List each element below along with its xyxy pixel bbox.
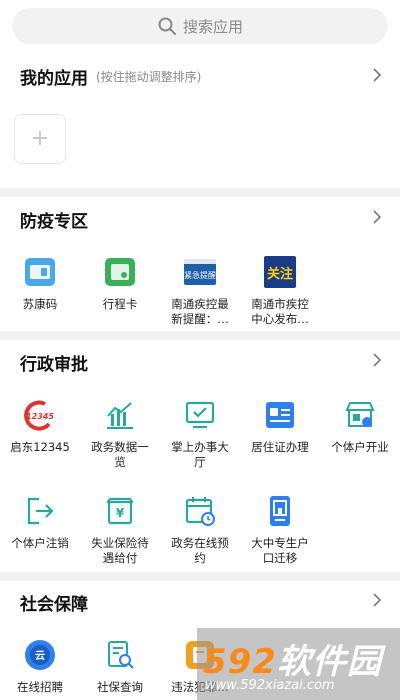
search-bar[interactable]: 搜索应用 <box>12 8 388 44</box>
watermark-url: www.592xiazai.com <box>205 678 335 693</box>
section-divider <box>0 572 400 581</box>
app-label: 行程卡 <box>102 297 138 311</box>
app-label: 南通市疾控 中心发布… <box>251 297 309 326</box>
search-icon <box>158 17 176 35</box>
app-label: 政务在线预 约 <box>171 536 229 565</box>
calendar-clock-icon <box>185 497 215 526</box>
urgent-notice-icon: 紧急提醒 <box>184 259 216 285</box>
app-social-security-query[interactable]: 社保查询 <box>80 638 160 695</box>
add-app-button[interactable]: + <box>14 114 66 164</box>
app-label: 苏康码 <box>22 297 58 311</box>
watermark-logo: 592软件园 <box>203 642 382 682</box>
logout-icon <box>27 497 54 525</box>
urgent-notice-text: 紧急提醒 <box>184 270 216 280</box>
app-label: 个体户开业 <box>331 440 389 454</box>
bar-chart-icon <box>107 402 133 429</box>
app-label: 掌上办事大 厅 <box>171 440 229 469</box>
cloud-text: 云 <box>35 650 45 662</box>
attention-text: 关注 <box>267 266 293 282</box>
my-apps-title: 我的应用 <box>20 69 88 89</box>
app-itinerary-card[interactable]: 行程卡 <box>80 255 160 312</box>
hotline-text: 12345 <box>26 412 54 421</box>
app-label: 个体户注销 <box>11 536 69 550</box>
watermark: 592软件园 www.592xiazai.com <box>197 628 400 700</box>
household-transfer-icon <box>270 496 290 526</box>
app-residence-permit[interactable]: 居住证办理 <box>240 398 320 455</box>
store-icon <box>345 402 375 427</box>
app-label: 在线招聘 <box>17 680 63 694</box>
monitor-check-icon <box>185 401 215 429</box>
yuan-text: ¥ <box>116 506 125 520</box>
app-unemployment-benefit[interactable]: ¥ 失业保险待 遇给付 <box>80 494 160 566</box>
social-security-query-icon <box>108 641 134 669</box>
app-label: 启东12345 <box>10 440 70 454</box>
social-title: 社会保障 <box>20 595 88 615</box>
app-label: 政务数据一 览 <box>91 440 149 469</box>
app-nantong-cdc-release[interactable]: 关注 南通市疾控 中心发布… <box>240 255 320 327</box>
cloud-recruit-icon: 云 <box>25 640 55 670</box>
itinerary-card-icon <box>105 258 135 286</box>
chevron-right-icon[interactable] <box>372 352 382 368</box>
app-su-kang-ma[interactable]: 苏康码 <box>0 255 80 312</box>
app-business-close[interactable]: 个体户注销 <box>0 494 80 551</box>
epidemic-title: 防疫专区 <box>20 212 88 232</box>
app-student-household-transfer[interactable]: 大中专生户 口迁移 <box>240 494 320 566</box>
app-online-recruitment[interactable]: 云 在线招聘 <box>0 638 80 695</box>
app-business-open[interactable]: 个体户开业 <box>320 398 400 455</box>
admin-title: 行政审批 <box>20 355 88 375</box>
section-divider <box>0 188 400 197</box>
app-mobile-service-hall[interactable]: 掌上办事大 厅 <box>160 398 240 470</box>
app-nantong-cdc-notice[interactable]: 紧急提醒 南通疾控最 新提醒：… <box>160 255 240 327</box>
app-label: 失业保险待 遇给付 <box>91 536 149 565</box>
attention-icon: 关注 <box>264 256 296 288</box>
plus-icon: + <box>30 126 50 151</box>
my-apps-hint: (按住拖动调整排序) <box>96 70 202 84</box>
hotline-12345-icon: 12345 <box>24 400 54 431</box>
app-label: 社保查询 <box>97 680 143 694</box>
search-placeholder: 搜索应用 <box>182 17 243 36</box>
id-card-icon <box>266 402 294 428</box>
app-label: 南通疾控最 新提醒：… <box>171 297 229 326</box>
app-qidong-12345[interactable]: 12345 启东12345 <box>0 398 80 455</box>
app-gov-online-booking[interactable]: 政务在线预 约 <box>160 494 240 566</box>
app-label: 居住证办理 <box>251 440 309 454</box>
app-gov-data-overview[interactable]: 政务数据一 览 <box>80 398 160 470</box>
chevron-right-icon[interactable] <box>372 67 382 83</box>
yuan-wallet-icon: ¥ <box>107 497 133 525</box>
app-label: 大中专生户 口迁移 <box>251 536 309 565</box>
chevron-right-icon[interactable] <box>372 209 382 225</box>
section-divider <box>0 331 400 340</box>
chevron-right-icon[interactable] <box>372 592 382 608</box>
health-code-icon <box>25 258 55 286</box>
